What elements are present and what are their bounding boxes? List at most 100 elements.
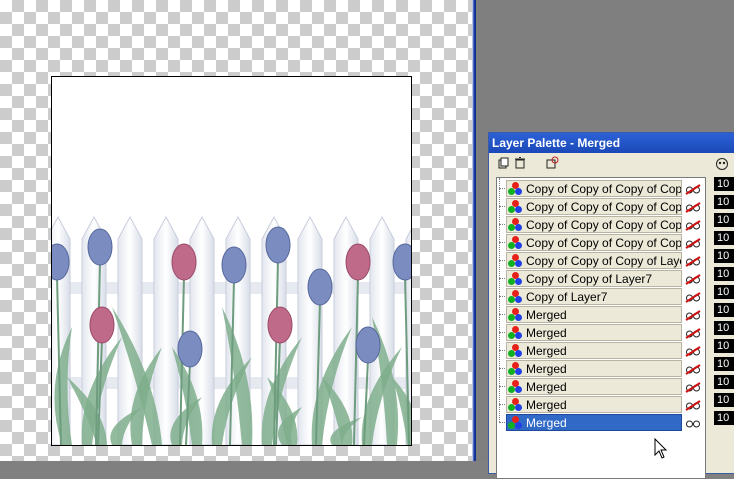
tree-connector bbox=[499, 260, 505, 261]
layer-opacity[interactable]: 10 bbox=[714, 393, 734, 407]
layer-row[interactable]: Copy of Copy of Copy of Copy ... bbox=[497, 198, 705, 216]
layer-row[interactable]: Copy of Copy of Copy of Copy ... bbox=[497, 234, 705, 252]
layer-button[interactable]: Copy of Copy of Copy of Copy ... bbox=[506, 234, 682, 251]
layer-row[interactable]: Copy of Copy of Copy of Copy ... bbox=[497, 180, 705, 198]
layer-row[interactable]: Copy of Copy of Layer7 bbox=[497, 270, 705, 288]
layer-opacity[interactable]: 10 bbox=[714, 411, 734, 425]
layer-row[interactable]: Merged bbox=[497, 306, 705, 324]
layer-opacity[interactable]: 10 bbox=[714, 375, 734, 389]
layer-row[interactable]: Copy of Layer7 bbox=[497, 288, 705, 306]
layer-name: Merged bbox=[526, 398, 567, 412]
layer-button[interactable]: Copy of Layer7 bbox=[506, 288, 682, 305]
layer-button[interactable]: Merged bbox=[506, 378, 682, 395]
raster-layer-icon bbox=[508, 182, 524, 197]
tulip-flower bbox=[177, 330, 203, 368]
layer-button[interactable]: Merged bbox=[506, 360, 682, 377]
tulip-flower bbox=[221, 246, 247, 284]
layer-button[interactable]: Copy of Copy of Copy of Copy ... bbox=[506, 180, 682, 197]
layer-row[interactable]: Merged bbox=[497, 342, 705, 360]
layer-opacity[interactable]: 10 bbox=[714, 339, 734, 353]
layer-row[interactable]: Copy of Copy of Copy of Copy ... bbox=[497, 216, 705, 234]
visibility-off-icon[interactable] bbox=[685, 397, 701, 411]
layer-name: Merged bbox=[526, 308, 567, 322]
tulip-flower bbox=[87, 228, 113, 266]
raster-layer-icon bbox=[508, 326, 524, 341]
visibility-off-icon[interactable] bbox=[685, 217, 701, 231]
palette-title[interactable]: Layer Palette - Merged bbox=[489, 133, 734, 153]
layer-button[interactable]: Copy of Copy of Copy of Copy ... bbox=[506, 198, 682, 215]
visibility-off-icon[interactable] bbox=[685, 379, 701, 393]
tree-connector bbox=[499, 404, 505, 405]
raster-layer-icon bbox=[508, 362, 524, 377]
tulip-flower bbox=[355, 326, 381, 364]
raster-layer-icon bbox=[508, 308, 524, 323]
opacity-column: 10 10 10 10 10 10 10 10 10 10 10 10 10 10 bbox=[711, 153, 734, 473]
tulip-flower bbox=[267, 306, 293, 344]
layer-opacity[interactable]: 10 bbox=[714, 321, 734, 335]
layer-row[interactable]: Merged bbox=[497, 414, 705, 432]
visibility-on-icon[interactable] bbox=[685, 415, 701, 429]
layer-list[interactable]: Copy of Copy of Copy of Copy ... Copy of … bbox=[496, 177, 706, 479]
layer-palette[interactable]: Layer Palette - Merged Copy of Copy of C… bbox=[488, 132, 734, 479]
canvas-workspace[interactable] bbox=[0, 0, 472, 461]
visibility-off-icon[interactable] bbox=[685, 325, 701, 339]
layer-properties-icon[interactable] bbox=[545, 156, 559, 170]
image-document[interactable] bbox=[51, 76, 412, 446]
layer-opacity[interactable]: 10 bbox=[714, 195, 734, 209]
tulip-flower bbox=[265, 226, 291, 264]
layer-button[interactable]: Copy of Copy of Copy of Layer7 bbox=[506, 252, 682, 269]
visibility-off-icon[interactable] bbox=[685, 253, 701, 267]
tulip-flower bbox=[345, 243, 371, 281]
layer-name: Copy of Copy of Copy of Copy ... bbox=[526, 218, 681, 232]
tulip-flower bbox=[89, 306, 115, 344]
tulip-flower bbox=[307, 268, 333, 306]
raster-layer-icon bbox=[508, 398, 524, 413]
layer-opacity[interactable]: 10 bbox=[714, 249, 734, 263]
layer-name: Copy of Copy of Copy of Layer7 bbox=[526, 254, 681, 268]
tree-connector bbox=[499, 314, 505, 315]
layer-opacity[interactable]: 10 bbox=[714, 285, 734, 299]
layer-name: Merged bbox=[526, 344, 567, 358]
layer-name: Copy of Copy of Copy of Copy ... bbox=[526, 200, 681, 214]
tree-connector bbox=[499, 350, 505, 351]
layer-opacity[interactable]: 10 bbox=[714, 303, 734, 317]
tree-connector bbox=[499, 206, 505, 207]
palette-toolbar bbox=[489, 153, 734, 173]
visibility-off-icon[interactable] bbox=[685, 343, 701, 357]
layer-button[interactable]: Merged bbox=[506, 396, 682, 413]
visibility-off-icon[interactable] bbox=[685, 361, 701, 375]
visibility-off-icon[interactable] bbox=[685, 289, 701, 303]
raster-layer-icon bbox=[508, 254, 524, 269]
tree-connector bbox=[499, 422, 505, 423]
layer-row[interactable]: Merged bbox=[497, 396, 705, 414]
visibility-off-icon[interactable] bbox=[685, 307, 701, 321]
layer-opacity[interactable]: 10 bbox=[714, 177, 734, 191]
raster-layer-icon bbox=[508, 344, 524, 359]
layer-button[interactable]: Merged bbox=[506, 324, 682, 341]
raster-layer-icon bbox=[508, 290, 524, 305]
layer-button[interactable]: Merged bbox=[506, 414, 682, 431]
layer-button[interactable]: Merged bbox=[506, 342, 682, 359]
layer-button[interactable]: Merged bbox=[506, 306, 682, 323]
layer-button[interactable]: Copy of Copy of Layer7 bbox=[506, 270, 682, 287]
visibility-off-icon[interactable] bbox=[685, 271, 701, 285]
layer-button[interactable]: Copy of Copy of Copy of Copy ... bbox=[506, 216, 682, 233]
layer-opacity[interactable]: 10 bbox=[714, 267, 734, 281]
layer-row[interactable]: Copy of Copy of Copy of Layer7 bbox=[497, 252, 705, 270]
tree-connector bbox=[499, 278, 505, 279]
layer-row[interactable]: Merged bbox=[497, 378, 705, 396]
layer-row[interactable]: Merged bbox=[497, 360, 705, 378]
raster-layer-icon bbox=[508, 236, 524, 251]
layer-name: Copy of Copy of Copy of Copy ... bbox=[526, 182, 681, 196]
visibility-off-icon[interactable] bbox=[685, 199, 701, 213]
layer-name: Copy of Layer7 bbox=[526, 290, 608, 304]
visibility-off-icon[interactable] bbox=[685, 181, 701, 195]
layer-opacity[interactable]: 10 bbox=[714, 213, 734, 227]
delete-layer-icon[interactable] bbox=[513, 156, 527, 170]
layer-row[interactable]: Merged bbox=[497, 324, 705, 342]
layer-opacity[interactable]: 10 bbox=[714, 231, 734, 245]
raster-layer-icon bbox=[508, 416, 524, 431]
visibility-off-icon[interactable] bbox=[685, 235, 701, 249]
layer-opacity[interactable]: 10 bbox=[714, 357, 734, 371]
new-layer-icon[interactable] bbox=[497, 156, 511, 170]
